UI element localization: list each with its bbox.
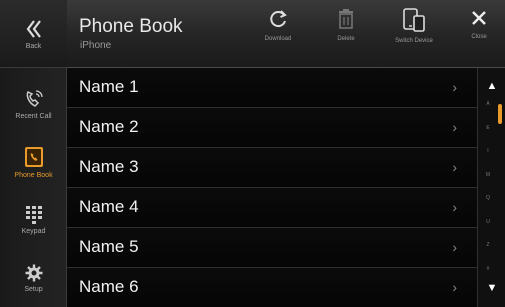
gear-icon [25,264,42,281]
nav-item-recent-call[interactable]: Recent Call [0,74,67,133]
index-letter[interactable]: A [486,102,489,107]
contact-row[interactable]: Name 4 › [67,188,477,228]
close-button[interactable]: Close [459,8,499,64]
contact-row[interactable]: Name 5 › [67,228,477,268]
phone-book-screen: Back Recent Call Phone Book Keypad Setup… [0,0,505,307]
back-chevron-icon [26,19,41,38]
delete-label: Delete [337,36,355,42]
download-button[interactable]: Download [253,8,303,64]
index-letters[interactable]: A E I M Q U Z # [478,102,498,272]
back-button[interactable]: Back [0,0,67,68]
index-letter[interactable]: # [487,266,490,272]
index-letter[interactable]: Z [486,243,489,248]
contact-name: Name 4 [79,197,139,216]
device-name: iPhone [80,40,112,51]
nav-label-keypad: Keypad [21,227,46,235]
triangle-up-icon: ▲ [486,80,498,92]
back-label: Back [25,42,42,50]
nav-item-keypad[interactable]: Keypad [0,190,67,249]
page-title: Phone Book [79,16,183,37]
keypad-icon [25,205,42,224]
nav-label-setup: Setup [24,285,43,293]
switch-device-button[interactable]: Switch Device [384,8,444,64]
scroll-thumb[interactable] [498,104,502,124]
phone-book-icon [24,146,43,167]
contact-row[interactable]: Name 1 › [67,68,477,108]
header-bar: Phone Book iPhone Download Delete Switch… [67,0,505,68]
refresh-icon [270,10,287,28]
nav-item-phone-book[interactable]: Phone Book [0,132,67,191]
scroll-up-button[interactable]: ▲ [478,72,505,100]
index-letter[interactable]: M [486,172,490,178]
nav-item-setup[interactable]: Setup [0,248,67,307]
contact-name: Name 6 [79,277,139,296]
contact-name: Name 3 [79,157,139,176]
index-letter[interactable]: E [486,125,489,131]
triangle-down-icon: ▼ [486,282,498,294]
chevron-right-icon: › [452,239,457,255]
trash-icon [339,9,353,29]
contact-row[interactable]: Name 3 › [67,148,477,188]
switch-device-label: Switch Device [395,38,433,44]
contact-row[interactable]: Name 2 › [67,108,477,148]
contact-row[interactable]: Name 6 › [67,268,477,307]
index-letter[interactable]: U [486,219,490,225]
contact-list: Name 1 › Name 2 › Name 3 › Name 4 › Name… [67,68,477,307]
index-letter[interactable]: Q [486,196,490,201]
alphabet-scrollbar[interactable]: ▲ A E I M Q U Z # ▼ [477,68,505,307]
side-nav: Back Recent Call Phone Book Keypad Setup [0,0,67,307]
delete-button[interactable]: Delete [324,8,368,64]
contact-name: Name 2 [79,117,139,136]
devices-icon [403,8,425,32]
recent-call-icon [26,89,43,107]
download-label: Download [264,36,292,42]
chevron-right-icon: › [452,199,457,215]
nav-label-phone-book: Phone Book [14,171,53,179]
chevron-right-icon: › [452,119,457,135]
close-label: Close [471,34,487,40]
chevron-right-icon: › [452,279,457,295]
chevron-right-icon: › [452,79,457,95]
contact-name: Name 1 [79,77,139,96]
nav-label-recent-call: Recent Call [15,112,52,120]
close-icon [472,11,486,25]
scroll-down-button[interactable]: ▼ [478,274,505,302]
chevron-right-icon: › [452,159,457,175]
contact-name: Name 5 [79,237,139,256]
index-letter[interactable]: I [487,149,488,154]
